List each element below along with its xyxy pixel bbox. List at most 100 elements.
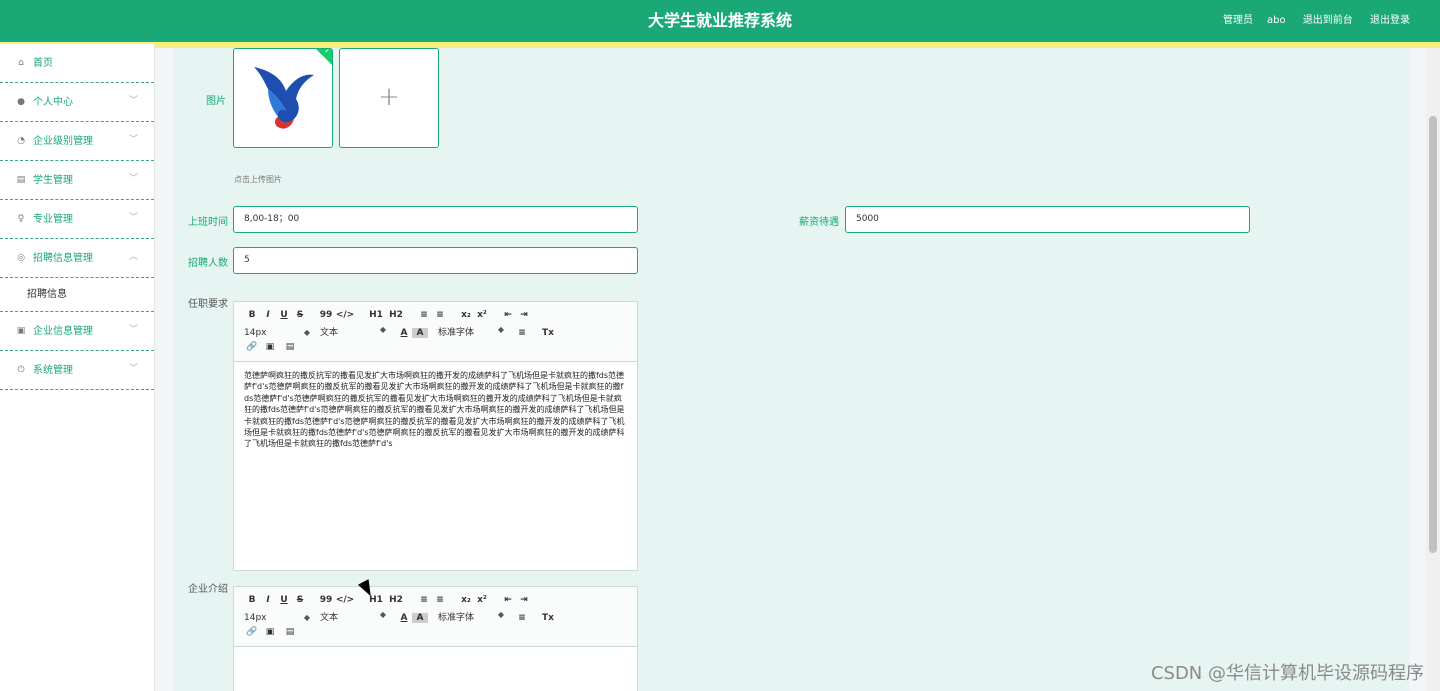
text-type-value: 文本 [320,328,339,338]
ordered-list-icon[interactable]: ≡ [416,310,432,320]
font-color-icon[interactable]: A [396,328,412,338]
outdent-icon[interactable]: ⇤ [500,595,516,605]
video-icon[interactable]: ▤ [280,342,300,352]
work-time-input[interactable]: 8,00-18；00 [233,206,638,233]
underline-button[interactable]: U [276,310,292,320]
sidebar-item-label: 专业管理 [33,214,73,225]
font-family-value: 标准字体 [438,328,475,338]
sidebar-item-recruitment[interactable]: ◎ 招聘信息管理 ︿ [0,239,154,278]
sidebar-item-profile[interactable]: ● 个人中心 ﹀ [0,83,154,122]
admin-label: 管理员 [1223,15,1254,26]
page-scrollbar[interactable] [1426,48,1440,691]
font-size-select[interactable]: 14px ◆ [244,613,310,623]
code-button[interactable]: </> [334,310,356,320]
align-icon[interactable]: ≡ [514,613,530,623]
font-color-icon[interactable]: A [396,613,412,623]
sidebar-item-students[interactable]: ▤ 学生管理 ﹀ [0,161,154,200]
link-icon[interactable]: 🔗 [244,342,260,352]
background-color-icon[interactable]: A [412,613,428,623]
strike-button[interactable]: S [292,595,308,605]
italic-button[interactable]: I [260,595,276,605]
chevron-up-icon: ︿ [128,252,138,262]
chart-icon: ▤ [16,175,26,185]
scrollbar-thumb[interactable] [1429,116,1437,553]
sidebar-item-company-level[interactable]: ◔ 企业级别管理 ﹀ [0,122,154,161]
requirements-editor-content[interactable]: 范德萨啊疯狂的撒反抗军的撒看见发扩大市场啊疯狂的撒开发的成绩萨科了飞机场但是卡就… [234,362,637,458]
gauge-icon: ◔ [17,136,25,146]
check-icon: ✓ [324,48,331,55]
select-arrow-icon: ◆ [379,610,386,619]
logout-link[interactable]: 退出登录 [1370,15,1410,26]
strike-button[interactable]: S [292,310,308,320]
font-family-value: 标准字体 [438,613,475,623]
code-button[interactable]: </> [334,595,356,605]
sidebar-item-company-info[interactable]: ▣ 企业信息管理 ﹀ [0,312,154,351]
company-intro-editor-content[interactable] [234,647,637,663]
salary-input[interactable]: 5000 [845,206,1250,233]
header-links: 管理员 abo 退出到前台 退出登录 [1195,0,1410,42]
sidebar-subitem-recruitment-info[interactable]: 招聘信息 [0,278,154,312]
text-type-select[interactable]: 文本 ◆ [320,325,386,338]
superscript-button[interactable]: x² [474,310,490,320]
outdent-icon[interactable]: ⇤ [500,310,516,320]
bold-button[interactable]: B [244,595,260,605]
subscript-button[interactable]: x₂ [458,595,474,605]
font-size-value: 14px [244,613,267,623]
microphone-icon: ♀ [17,214,25,224]
text-type-select[interactable]: 文本 ◆ [320,610,386,623]
headcount-input[interactable]: 5 [233,247,638,274]
work-time-label: 上班时间 [188,217,228,228]
bullet-list-icon[interactable]: ≡ [432,310,448,320]
bullet-list-icon[interactable]: ≡ [432,595,448,605]
chevron-down-icon: ﹀ [128,96,138,106]
select-arrow-icon: ◆ [497,325,504,334]
h2-button[interactable]: H2 [386,310,406,320]
back-to-frontend-link[interactable]: 退出到前台 [1303,15,1353,26]
select-arrow-icon: ◆ [303,613,310,622]
link-icon[interactable]: 🔗 [244,627,260,637]
image-icon[interactable]: ▣ [260,627,280,637]
quote-button[interactable]: 99 [318,310,334,320]
select-arrow-icon: ◆ [497,610,504,619]
sidebar-item-home[interactable]: ⌂ 首页 [0,44,154,83]
text-type-value: 文本 [320,613,339,623]
underline-button[interactable]: U [276,595,292,605]
ordered-list-icon[interactable]: ≡ [416,595,432,605]
font-size-select[interactable]: 14px ◆ [244,328,310,338]
clear-format-icon[interactable]: Tx [540,613,556,623]
upload-add-button[interactable]: + [339,48,439,148]
font-family-select[interactable]: 标准字体 ◆ [438,325,504,338]
quote-button[interactable]: 99 [318,595,334,605]
sidebar-item-system[interactable]: ⏻ 系统管理 ﹀ [0,351,154,390]
uploaded-image[interactable]: ✓ [233,48,333,148]
sidebar-item-label: 招聘信息管理 [33,253,93,264]
select-arrow-icon: ◆ [303,328,310,337]
chevron-down-icon: ﹀ [128,174,138,184]
plus-icon: + [378,82,400,112]
clipboard-icon: ▣ [16,326,26,336]
sidebar-item-majors[interactable]: ♀ 专业管理 ﹀ [0,200,154,239]
font-size-value: 14px [244,328,267,338]
headcount-label: 招聘人数 [188,258,228,269]
indent-icon[interactable]: ⇥ [516,310,532,320]
subscript-button[interactable]: x₂ [458,310,474,320]
font-family-select[interactable]: 标准字体 ◆ [438,610,504,623]
home-icon: ⌂ [18,58,24,68]
clear-format-icon[interactable]: Tx [540,328,556,338]
editor-toolbar: B I U S 99 </> H1 H2 ≡ ≡ x₂ x² ⇤ ⇥ 14px ◆ 文本 ◆ A A 标准字体 ◆ ≡ Tx… [234,587,637,647]
sidebar-item-label: 学生管理 [33,175,73,186]
indent-icon[interactable]: ⇥ [516,595,532,605]
h2-button[interactable]: H2 [386,595,406,605]
h1-button[interactable]: H1 [366,310,386,320]
image-icon[interactable]: ▣ [260,342,280,352]
sidebar-item-label: 首页 [33,58,53,69]
superscript-button[interactable]: x² [474,595,490,605]
italic-button[interactable]: I [260,310,276,320]
align-icon[interactable]: ≡ [514,328,530,338]
background-color-icon[interactable]: A [412,328,428,338]
video-icon[interactable]: ▤ [280,627,300,637]
editor-toolbar: B I U S 99 </> H1 H2 ≡ ≡ x₂ x² ⇤ ⇥ 14px ◆ 文本 ◆ A A 标准字体 ◆ ≡ Tx… [234,302,637,362]
chevron-down-icon: ﹀ [128,135,138,145]
chevron-down-icon: ﹀ [128,213,138,223]
bold-button[interactable]: B [244,310,260,320]
